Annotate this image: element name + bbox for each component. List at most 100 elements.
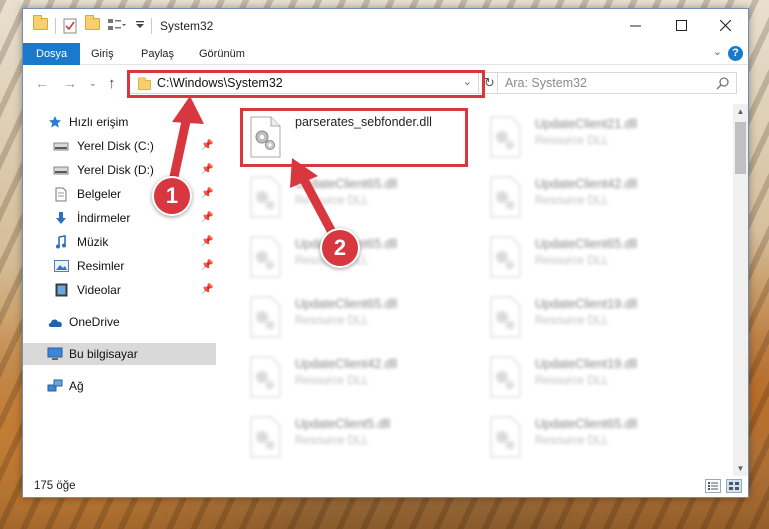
cloud-icon xyxy=(47,314,63,330)
pin-icon[interactable]: 📌 xyxy=(201,164,213,176)
large-icons-view-icon[interactable] xyxy=(726,479,742,493)
minimize-button[interactable] xyxy=(612,9,658,41)
search-box[interactable]: Ara: System32 xyxy=(497,72,737,94)
file-item[interactable]: UpdateClient42.dll Resource DLL xyxy=(475,169,705,225)
toolbar-separator xyxy=(151,18,152,34)
file-type: Resource DLL xyxy=(535,435,609,447)
videos-icon xyxy=(53,282,69,298)
recent-locations-icon[interactable]: ⌄ xyxy=(89,73,97,93)
pin-icon[interactable]: 📌 xyxy=(201,260,213,272)
callout-badge-2: 2 xyxy=(320,228,360,268)
customize-toolbar-icon[interactable] xyxy=(135,20,145,30)
dll-file-icon xyxy=(490,416,521,458)
sidebar-item-this-pc[interactable]: Bu bilgisayar xyxy=(23,343,216,365)
sidebar-item-local-disk-c[interactable]: Yerel Disk (C:) 📌 xyxy=(23,135,216,157)
tab-file[interactable]: Dosya xyxy=(23,43,81,65)
pin-icon[interactable]: 📌 xyxy=(201,140,213,152)
file-item[interactable]: UpdateClient65.dll Resource DLL xyxy=(475,229,705,285)
tab-share[interactable]: Paylaş xyxy=(131,43,184,65)
close-button[interactable] xyxy=(702,9,748,41)
vertical-scrollbar[interactable]: ▲ ▼ xyxy=(733,104,748,476)
file-type: Resource DLL xyxy=(535,315,609,327)
music-icon xyxy=(53,234,69,250)
window-title: System32 xyxy=(160,19,214,33)
navigation-pane: Hızlı erişim Yerel Disk (C:) 📌 Yerel Dis… xyxy=(23,107,216,471)
scroll-up-icon[interactable]: ▲ xyxy=(733,104,748,119)
file-name: UpdateClient65.dll xyxy=(295,297,398,311)
item-count: 175 öğe xyxy=(34,480,76,492)
collapse-ribbon-icon[interactable]: ⌄ xyxy=(713,45,722,58)
file-type: Resource DLL xyxy=(535,135,609,147)
scroll-down-icon[interactable]: ▼ xyxy=(733,461,748,476)
sidebar-item-quick-access[interactable]: Hızlı erişim xyxy=(23,111,216,133)
view-options-icon[interactable] xyxy=(107,18,127,32)
file-name: UpdateClient42.dll xyxy=(295,357,398,371)
tab-view[interactable]: Görünüm xyxy=(189,43,255,65)
back-arrow-icon[interactable]: ← xyxy=(35,73,49,93)
new-folder-icon[interactable] xyxy=(85,15,100,30)
address-highlight-box xyxy=(127,70,485,98)
sidebar-item-videos[interactable]: Videolar 📌 xyxy=(23,279,216,301)
drive-icon xyxy=(53,162,69,178)
file-type: Resource DLL xyxy=(295,435,369,447)
forward-arrow-icon[interactable]: → xyxy=(63,73,77,93)
file-explorer-window: System32 Dosya Giriş Paylaş Görünüm ⌄ ? … xyxy=(22,8,749,498)
status-bar: 175 öğe xyxy=(23,475,748,497)
sidebar-item-label: Ağ xyxy=(69,379,84,393)
sidebar-item-label: Hızlı erişim xyxy=(69,115,129,129)
dll-file-icon xyxy=(250,416,281,458)
computer-icon xyxy=(47,346,63,362)
help-icon[interactable]: ? xyxy=(728,46,743,61)
sidebar-item-label: Videolar xyxy=(77,283,121,297)
file-name: UpdateClient19.dll xyxy=(535,357,638,371)
file-item[interactable]: UpdateClient65.dll Resource DLL xyxy=(235,169,465,225)
file-item[interactable]: UpdateClient19.dll Resource DLL xyxy=(475,289,705,345)
file-type: Resource DLL xyxy=(535,195,609,207)
search-icon xyxy=(716,77,729,90)
callout-badge-1: 1 xyxy=(152,176,192,216)
file-item[interactable]: UpdateClient21.dll Resource DLL xyxy=(475,109,705,165)
pin-icon[interactable]: 📌 xyxy=(201,188,213,200)
sidebar-item-local-disk-d[interactable]: Yerel Disk (D:) 📌 xyxy=(23,159,216,181)
sidebar-item-network[interactable]: Ağ xyxy=(23,375,216,397)
dll-file-icon xyxy=(490,176,521,218)
dll-file-icon xyxy=(250,236,281,278)
file-highlight-box xyxy=(240,108,468,167)
file-name: UpdateClient42.dll xyxy=(535,177,638,191)
file-item[interactable]: UpdateClient19.dll Resource DLL xyxy=(475,349,705,405)
file-name: UpdateClient5.dll xyxy=(295,417,391,431)
pin-icon[interactable]: 📌 xyxy=(201,212,213,224)
file-name: UpdateClient21.dll xyxy=(535,117,638,131)
tab-home[interactable]: Giriş xyxy=(81,43,124,65)
details-view-icon[interactable] xyxy=(705,479,721,493)
dll-file-icon xyxy=(250,176,281,218)
pin-icon[interactable]: 📌 xyxy=(201,284,213,296)
dll-file-icon xyxy=(490,236,521,278)
dll-file-icon xyxy=(250,356,281,398)
file-type: Resource DLL xyxy=(295,195,369,207)
folder-icon xyxy=(33,15,48,30)
dll-file-icon xyxy=(250,296,281,338)
sidebar-item-onedrive[interactable]: OneDrive xyxy=(23,311,216,333)
file-type: Resource DLL xyxy=(535,375,609,387)
sidebar-item-label: OneDrive xyxy=(69,315,120,329)
up-arrow-icon[interactable]: ↑ xyxy=(108,73,116,93)
sidebar-item-downloads[interactable]: İndirmeler 📌 xyxy=(23,207,216,229)
network-icon xyxy=(47,378,63,394)
file-item[interactable]: UpdateClient65.dll Resource DLL xyxy=(475,409,705,465)
sidebar-item-label: Resimler xyxy=(77,259,125,273)
maximize-button[interactable] xyxy=(658,9,704,41)
file-type: Resource DLL xyxy=(295,315,369,327)
file-item[interactable]: UpdateClient42.dll Resource DLL xyxy=(235,349,465,405)
properties-icon[interactable] xyxy=(63,18,77,34)
dll-file-icon xyxy=(490,116,521,158)
file-item[interactable]: UpdateClient65.dll Resource DLL xyxy=(235,289,465,345)
search-input[interactable]: Ara: System32 xyxy=(505,76,587,90)
sidebar-item-pictures[interactable]: Resimler 📌 xyxy=(23,255,216,277)
pin-icon[interactable]: 📌 xyxy=(201,236,213,248)
downloads-icon xyxy=(53,210,69,226)
sidebar-item-music[interactable]: Müzik 📌 xyxy=(23,231,216,253)
title-bar: System32 xyxy=(23,9,748,43)
file-item[interactable]: UpdateClient5.dll Resource DLL xyxy=(235,409,465,465)
scroll-thumb[interactable] xyxy=(735,122,746,174)
